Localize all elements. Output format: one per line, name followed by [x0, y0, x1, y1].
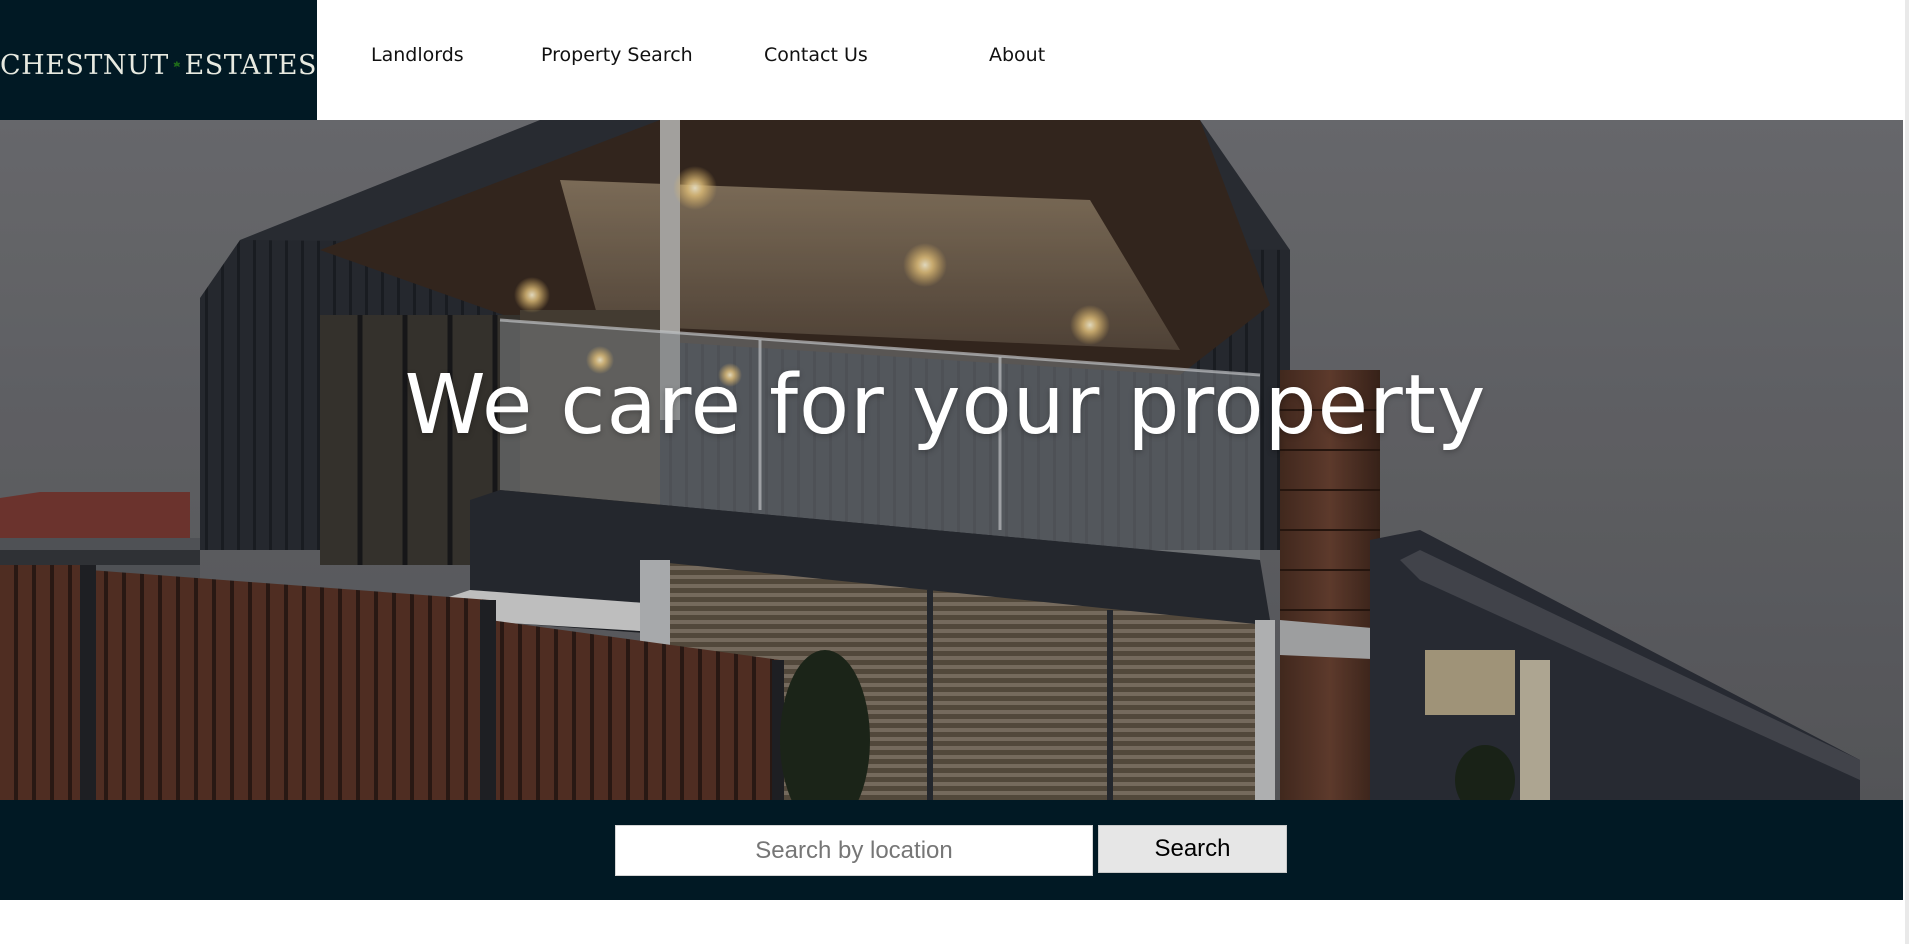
site-header: CHESTNUT ESTATES Landlords Property Sear…	[0, 0, 1903, 120]
chestnut-leaf-icon	[173, 61, 180, 69]
logo-text-left: CHESTNUT	[0, 49, 169, 81]
page-scrollbar[interactable]	[1903, 0, 1910, 948]
nav-link-about[interactable]: About	[989, 44, 1045, 66]
nav-link-contact-us[interactable]: Contact Us	[764, 44, 868, 66]
location-search-input[interactable]	[615, 825, 1093, 876]
search-section: Search	[0, 800, 1903, 900]
hero-title: We care for your property	[404, 358, 1487, 453]
page: CHESTNUT ESTATES Landlords Property Sear…	[0, 0, 1910, 948]
hero-banner: We care for your property	[0, 120, 1903, 800]
page-content-start	[0, 900, 1903, 948]
logo-text-right: ESTATES	[184, 49, 317, 81]
nav-link-property-search[interactable]: Property Search	[541, 44, 693, 66]
nav-link-landlords[interactable]: Landlords	[371, 44, 464, 66]
scrollbar-thumb[interactable]	[1905, 0, 1909, 944]
site-logo[interactable]: CHESTNUT ESTATES	[0, 0, 317, 120]
search-button[interactable]: Search	[1098, 825, 1287, 873]
hero-house-image	[0, 120, 1903, 800]
